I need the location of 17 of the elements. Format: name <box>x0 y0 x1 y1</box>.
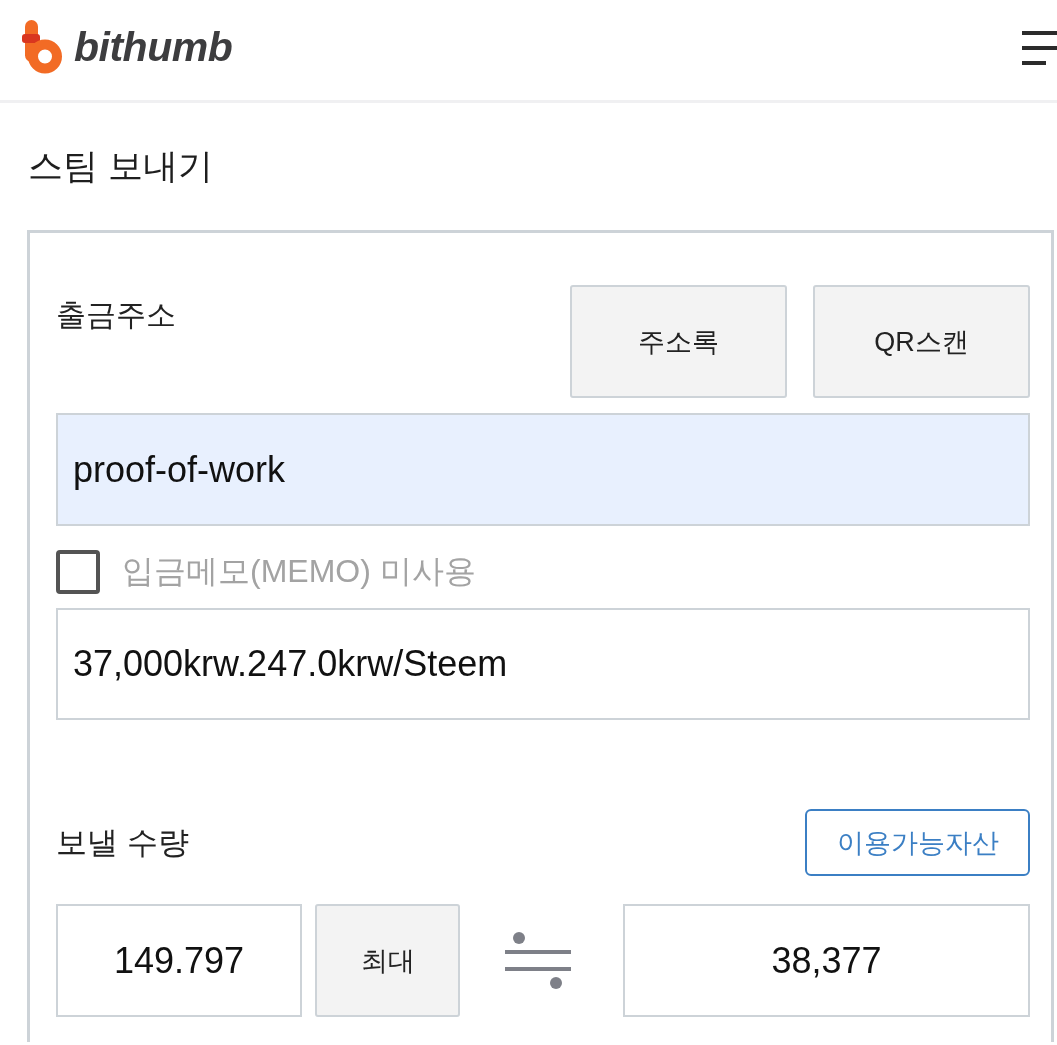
checkbox[interactable] <box>56 550 100 594</box>
address-field[interactable]: proof-of-work <box>56 413 1030 526</box>
menu-icon[interactable] <box>1022 31 1057 65</box>
page-title: 스팀 보내기 <box>28 148 214 184</box>
quantity-field[interactable]: 149.797 <box>56 904 302 1017</box>
logo-wordmark: bithumb <box>74 23 233 71</box>
approximately-equal-icon <box>504 931 573 990</box>
max-button[interactable]: 최대 <box>315 904 460 1017</box>
krw-value-field[interactable]: 38,377 <box>623 904 1030 1017</box>
action-button[interactable]: QR스캔 <box>813 285 1030 398</box>
field-label: 출금주소 <box>56 297 177 333</box>
action-button[interactable]: 주소록 <box>570 285 787 398</box>
memo-field[interactable]: 37,000krw.247.0krw/Steem <box>56 608 1030 720</box>
checkbox-label: 입금메모(MEMO) 미사용 <box>122 552 476 591</box>
logo-icon <box>22 20 62 74</box>
available-assets-button[interactable]: 이용가능자산 <box>805 809 1030 876</box>
field-label: 보낼 수량 <box>56 823 189 862</box>
